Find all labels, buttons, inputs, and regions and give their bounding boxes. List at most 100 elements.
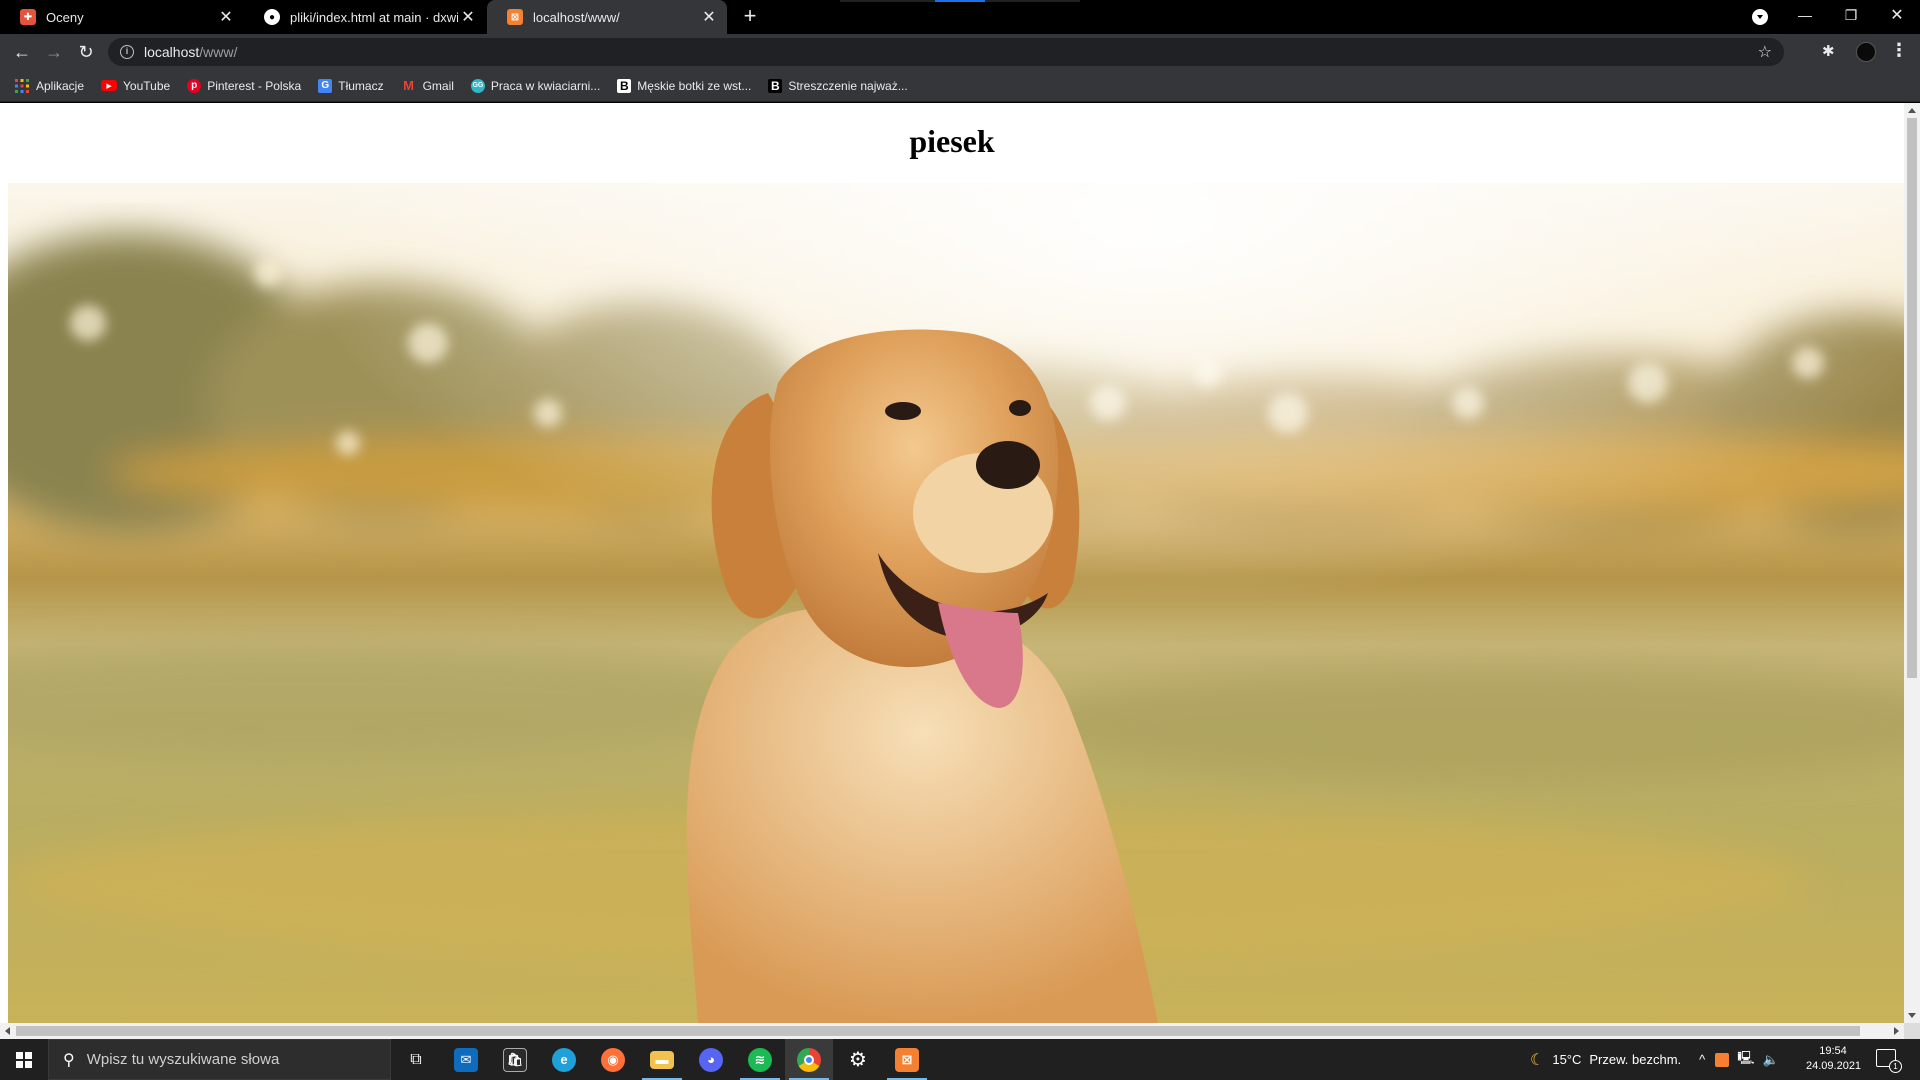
- youtube-icon: ▶: [101, 80, 118, 91]
- xampp-favicon-icon: ⊠: [507, 9, 523, 25]
- start-button[interactable]: [0, 1039, 48, 1080]
- oceny-favicon-icon: ✚: [20, 9, 36, 25]
- xampp-app-button[interactable]: ⊠: [883, 1039, 931, 1080]
- profile-avatar[interactable]: [1856, 42, 1876, 62]
- taskbar-clock[interactable]: 19:54 24.09.2021: [1806, 1044, 1862, 1074]
- tab-title: Oceny: [46, 9, 84, 25]
- close-tab-icon[interactable]: ✕: [216, 7, 236, 27]
- reload-button[interactable]: ↻: [72, 38, 100, 66]
- close-tab-icon[interactable]: ✕: [458, 7, 478, 27]
- browser-toolbar: ← → ↻ i localhost/www/ ☆: [0, 34, 1920, 70]
- spotify-icon: ≋: [748, 1047, 772, 1072]
- pinterest-icon: p: [187, 78, 202, 93]
- scrollbar-corner: [1904, 1023, 1920, 1039]
- close-window-button[interactable]: ✕: [1874, 0, 1920, 30]
- bookmark-meskie-botki[interactable]: B Męskie botki ze wst...: [617, 78, 752, 93]
- bookmark-label: YouTube: [123, 78, 171, 93]
- bookmark-label: Aplikacje: [36, 78, 85, 93]
- bookmark-label: Pinterest - Polska: [207, 78, 302, 93]
- task-view-icon: ⧉: [410, 1050, 422, 1068]
- github-favicon-icon: ●: [264, 9, 280, 25]
- clock-date: 24.09.2021: [1806, 1060, 1862, 1072]
- site-info-icon[interactable]: i: [120, 45, 134, 59]
- edge-app-button[interactable]: e: [540, 1039, 588, 1080]
- chrome-icon: [797, 1047, 821, 1072]
- horizontal-scrollbar[interactable]: [0, 1023, 1904, 1039]
- edge-icon: e: [552, 1047, 576, 1072]
- tab-oceny[interactable]: ✚ Oceny ✕: [0, 0, 244, 34]
- firefox-icon: ◉: [601, 1047, 625, 1072]
- bookmark-aplikacje[interactable]: Aplikacje: [14, 78, 84, 94]
- address-url[interactable]: localhost/www/: [144, 44, 237, 60]
- mail-icon: ✉: [454, 1047, 478, 1072]
- horizontal-scroll-thumb[interactable]: [16, 1026, 1860, 1036]
- dog-photo: [8, 183, 1904, 1023]
- notification-count: 1: [1889, 1060, 1902, 1073]
- tab-search-icon[interactable]: [1752, 9, 1768, 25]
- notification-center-icon[interactable]: 1: [1876, 1049, 1902, 1073]
- bookmark-youtube[interactable]: ▶ YouTube: [101, 79, 170, 93]
- apps-grid-icon: [14, 78, 30, 94]
- bookmark-gmail[interactable]: M Gmail: [401, 78, 454, 94]
- translate-icon: G: [318, 78, 333, 93]
- settings-app-button[interactable]: ⚙: [834, 1039, 882, 1080]
- bookmark-praca[interactable]: GG Praca w kwiaciarni...: [470, 78, 601, 93]
- xampp-tray-icon[interactable]: [1715, 1052, 1730, 1067]
- discord-app-button[interactable]: ◕: [687, 1039, 735, 1080]
- tab-title: pliki/index.html at main · dxwilk/p: [290, 9, 458, 25]
- scroll-right-arrow-icon[interactable]: [1894, 1027, 1899, 1035]
- bookmark-tlumacz[interactable]: G Tłumacz: [318, 78, 384, 93]
- tab-localhost[interactable]: ⊠ localhost/www/ ✕: [487, 0, 727, 34]
- tab-title: localhost/www/: [533, 9, 620, 25]
- page-title: piesek: [909, 123, 995, 159]
- scroll-up-arrow-icon[interactable]: [1908, 108, 1916, 113]
- clock-time: 19:54: [1819, 1045, 1847, 1057]
- scroll-down-arrow-icon[interactable]: [1908, 1013, 1916, 1018]
- weather-temperature[interactable]: 15°C: [1552, 1052, 1581, 1067]
- search-placeholder: Wpisz tu wyszukiwane słowa: [86, 1051, 280, 1068]
- weather-description[interactable]: Przew. bezchm.: [1589, 1052, 1681, 1067]
- file-explorer-app-button[interactable]: ▬: [638, 1039, 686, 1080]
- tab-strip: ✚ Oceny ✕ ● pliki/index.html at main · d…: [0, 0, 1920, 34]
- drag-region-accent: [840, 0, 1080, 2]
- new-tab-button[interactable]: +: [738, 5, 762, 29]
- page-viewport: piesek: [0, 103, 1904, 1023]
- address-bar[interactable]: i localhost/www/ ☆: [108, 38, 1784, 66]
- bookmark-pinterest[interactable]: p Pinterest - Polska: [187, 78, 302, 93]
- forward-button[interactable]: →: [40, 38, 68, 66]
- vertical-scroll-thumb[interactable]: [1907, 118, 1917, 678]
- minimize-button[interactable]: —: [1782, 0, 1828, 30]
- bookmarks-bar: Aplikacje ▶ YouTube p Pinterest - Polska…: [0, 70, 1920, 102]
- b-site-icon: B: [617, 78, 632, 93]
- volume-icon[interactable]: 🔈: [1763, 1052, 1779, 1068]
- bookmark-label: Gmail: [422, 78, 454, 93]
- restore-button[interactable]: ❐: [1828, 0, 1874, 30]
- store-icon: 🛍: [503, 1047, 527, 1072]
- store-app-button[interactable]: 🛍: [491, 1039, 539, 1080]
- bookmark-star-icon[interactable]: ☆: [1758, 42, 1772, 62]
- taskbar-search-box[interactable]: ⚲ Wpisz tu wyszukiwane słowa: [48, 1039, 391, 1080]
- weather-moon-icon[interactable]: ☾: [1530, 1050, 1544, 1070]
- firefox-app-button[interactable]: ◉: [589, 1039, 637, 1080]
- bookmark-label: Praca w kwiaciarni...: [490, 78, 601, 93]
- bookmark-label: Męskie botki ze wst...: [637, 78, 752, 93]
- xampp-icon: ⊠: [895, 1047, 919, 1072]
- windows-taskbar: ⚲ Wpisz tu wyszukiwane słowa ⧉ ✉ 🛍 e ◉ ▬…: [0, 1039, 1920, 1080]
- chrome-app-button[interactable]: [785, 1039, 833, 1080]
- extensions-puzzle-icon[interactable]: ✱: [1822, 42, 1835, 60]
- scroll-left-arrow-icon[interactable]: [5, 1027, 10, 1035]
- bookmark-streszczenie[interactable]: B Streszczenie najważ...: [768, 78, 908, 93]
- vertical-scrollbar[interactable]: [1904, 103, 1920, 1023]
- b-site-icon: B: [768, 78, 783, 93]
- task-view-button[interactable]: ⧉: [392, 1039, 440, 1080]
- show-hidden-icons-icon[interactable]: ^: [1699, 1052, 1705, 1067]
- close-tab-icon[interactable]: ✕: [699, 7, 719, 27]
- spotify-app-button[interactable]: ≋: [736, 1039, 784, 1080]
- mail-app-button[interactable]: ✉: [442, 1039, 490, 1080]
- browser-menu-icon[interactable]: ⋮: [1890, 40, 1908, 61]
- settings-icon: ⚙: [849, 1049, 867, 1071]
- system-tray: ☾ 15°C Przew. bezchm. ^ 🖳 🔈: [1530, 1039, 1779, 1080]
- back-button[interactable]: ←: [8, 38, 36, 66]
- tab-github[interactable]: ● pliki/index.html at main · dxwilk/p ✕: [244, 0, 486, 34]
- network-icon[interactable]: 🖳: [1737, 1049, 1754, 1071]
